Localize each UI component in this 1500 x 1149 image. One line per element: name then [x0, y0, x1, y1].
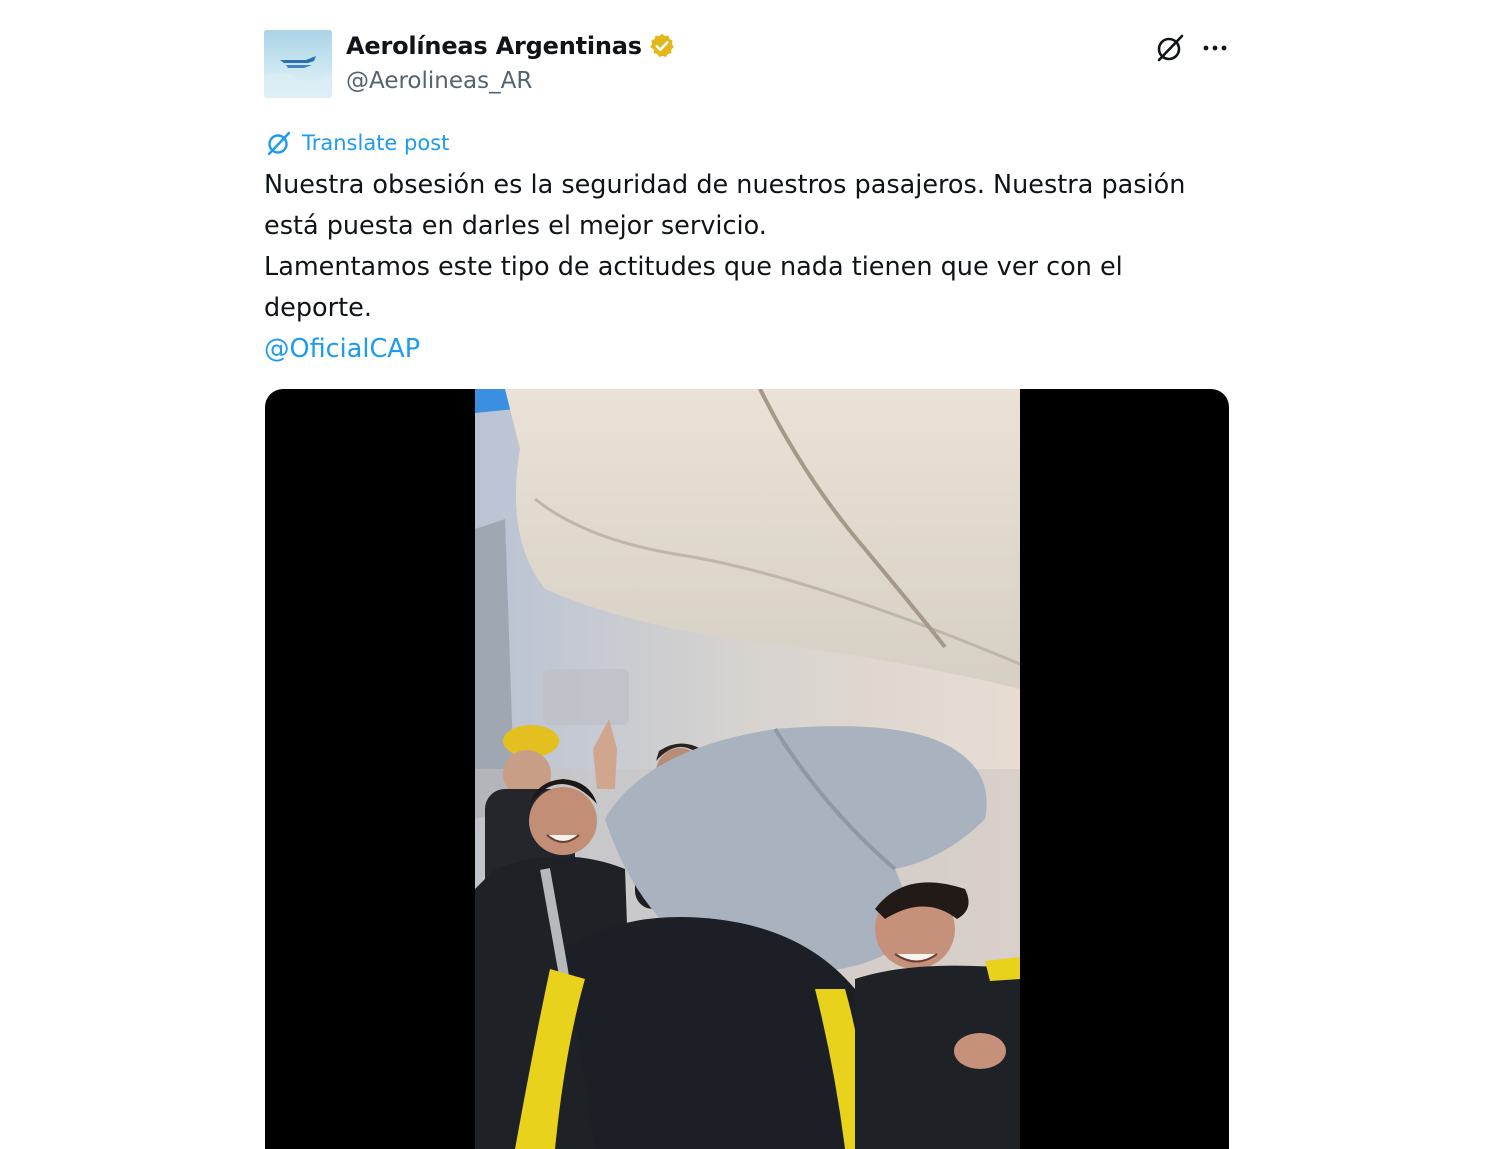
post-video[interactable] — [265, 389, 1229, 1149]
avatar[interactable] — [264, 30, 332, 98]
airline-logo-icon — [264, 30, 332, 98]
more-horizontal-icon[interactable] — [1199, 33, 1231, 65]
translate-post-label: Translate post — [302, 131, 450, 155]
grok-icon[interactable] — [1153, 31, 1187, 65]
video-thumbnail — [475, 389, 1020, 1149]
tweet-card: Aerolíneas Argentinas @Aerolineas_AR Tra… — [264, 28, 1231, 1149]
translate-post-link[interactable]: Translate post — [264, 128, 449, 158]
video-frame[interactable] — [475, 389, 1020, 1149]
post-paragraph: Lamentamos este tipo de actitudes que na… — [264, 252, 1123, 323]
account-display-name[interactable]: Aerolíneas Argentinas — [346, 32, 676, 60]
mention-link[interactable]: @OficialCAP — [264, 334, 420, 364]
post-text: Nuestra obsesión es la seguridad de nues… — [264, 165, 1224, 370]
post-paragraph: Nuestra obsesión es la seguridad de nues… — [264, 170, 1186, 241]
verified-badge-icon — [650, 33, 674, 58]
grok-translate-icon — [267, 131, 291, 156]
display-name-text: Aerolíneas Argentinas — [346, 32, 642, 60]
account-handle[interactable]: @Aerolineas_AR — [346, 68, 532, 94]
